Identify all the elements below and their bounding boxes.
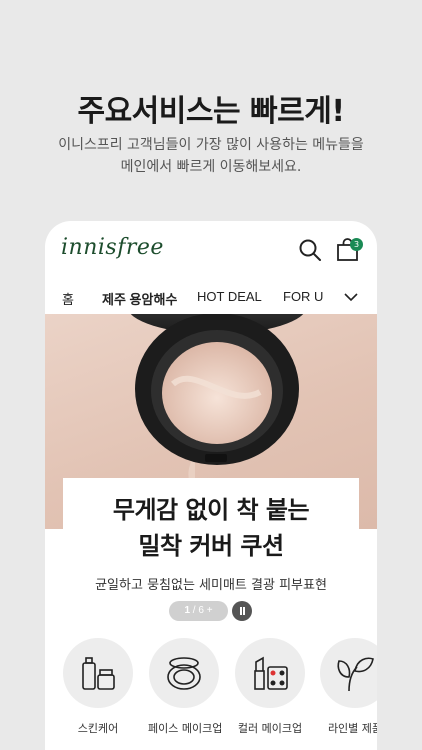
category-face-makeup-circle bbox=[149, 638, 219, 708]
pause-button[interactable] bbox=[232, 601, 252, 621]
banner-title-line-1: 무게감 없이 착 붙는 bbox=[112, 496, 310, 524]
category-label: 페이스 메이크업 bbox=[148, 722, 223, 735]
category-face-makeup[interactable]: 페이스 메이크업 bbox=[148, 638, 223, 736]
category-label: 스킨케어 bbox=[77, 722, 119, 735]
category-product-lines-circle bbox=[320, 638, 377, 708]
banner-title: 무게감 없이 착 붙는 밀착 커버 쿠션 bbox=[63, 492, 359, 564]
tab-home[interactable]: 홈 bbox=[62, 289, 74, 308]
phone-screen: innisfree 3 홈 제주 용암해수 HOT DEAL FOR U 무게감… bbox=[45, 221, 377, 750]
banner-subtitle: 균일하고 뭉침없는 세미매트 결광 피부표현 bbox=[95, 578, 327, 593]
tab-jeju-lava-seawater[interactable]: 제주 용암해수 bbox=[102, 289, 177, 308]
category-label: 컬러 메이크업 bbox=[237, 722, 303, 735]
chevron-down-icon[interactable] bbox=[343, 289, 359, 305]
quick-category-menu: 스킨케어 페이스 메이크업 컬러 메이크업 라인별 제품 bbox=[45, 638, 377, 750]
tab-hot-deal[interactable]: HOT DEAL bbox=[197, 289, 262, 304]
category-skincare-circle bbox=[63, 638, 133, 708]
category-color-makeup[interactable]: 컬러 메이크업 bbox=[234, 638, 306, 736]
app-header: innisfree 3 bbox=[45, 221, 377, 279]
promo-description: 이니스프리 고객님들이 가장 많이 사용하는 메뉴들을 메인에서 빠르게 이동해… bbox=[0, 134, 422, 178]
compact-icon bbox=[167, 657, 201, 690]
category-tab-bar: 홈 제주 용암해수 HOT DEAL FOR U bbox=[45, 281, 377, 313]
tab-for-u[interactable]: FOR U bbox=[283, 289, 323, 304]
lipstick-palette-icon bbox=[254, 656, 288, 690]
category-label: 라인별 제품 bbox=[327, 722, 377, 735]
category-color-makeup-circle bbox=[235, 638, 305, 708]
innisfree-logo[interactable]: innisfree bbox=[61, 235, 164, 260]
cart-count-badge: 3 bbox=[350, 238, 363, 251]
banner-title-line-2: 밀착 커버 쿠션 bbox=[138, 532, 284, 560]
pager-total: 6 bbox=[198, 605, 204, 616]
promo-description-line-1: 이니스프리 고객님들이 가장 많이 사용하는 메뉴들을 bbox=[58, 137, 364, 153]
bottles-icon bbox=[82, 657, 115, 690]
category-skincare[interactable]: 스킨케어 bbox=[62, 638, 134, 736]
pager-more-icon[interactable]: + bbox=[207, 605, 213, 616]
search-icon[interactable] bbox=[297, 237, 323, 263]
leaf-icon bbox=[337, 657, 374, 692]
promo-headline: 주요서비스는 빠르게! bbox=[77, 94, 345, 129]
category-product-lines[interactable]: 라인별 제품 bbox=[319, 638, 377, 736]
banner-pager[interactable]: 1 / 6 + bbox=[169, 601, 228, 621]
promo-description-line-2: 메인에서 빠르게 이동해보세요. bbox=[120, 159, 302, 175]
